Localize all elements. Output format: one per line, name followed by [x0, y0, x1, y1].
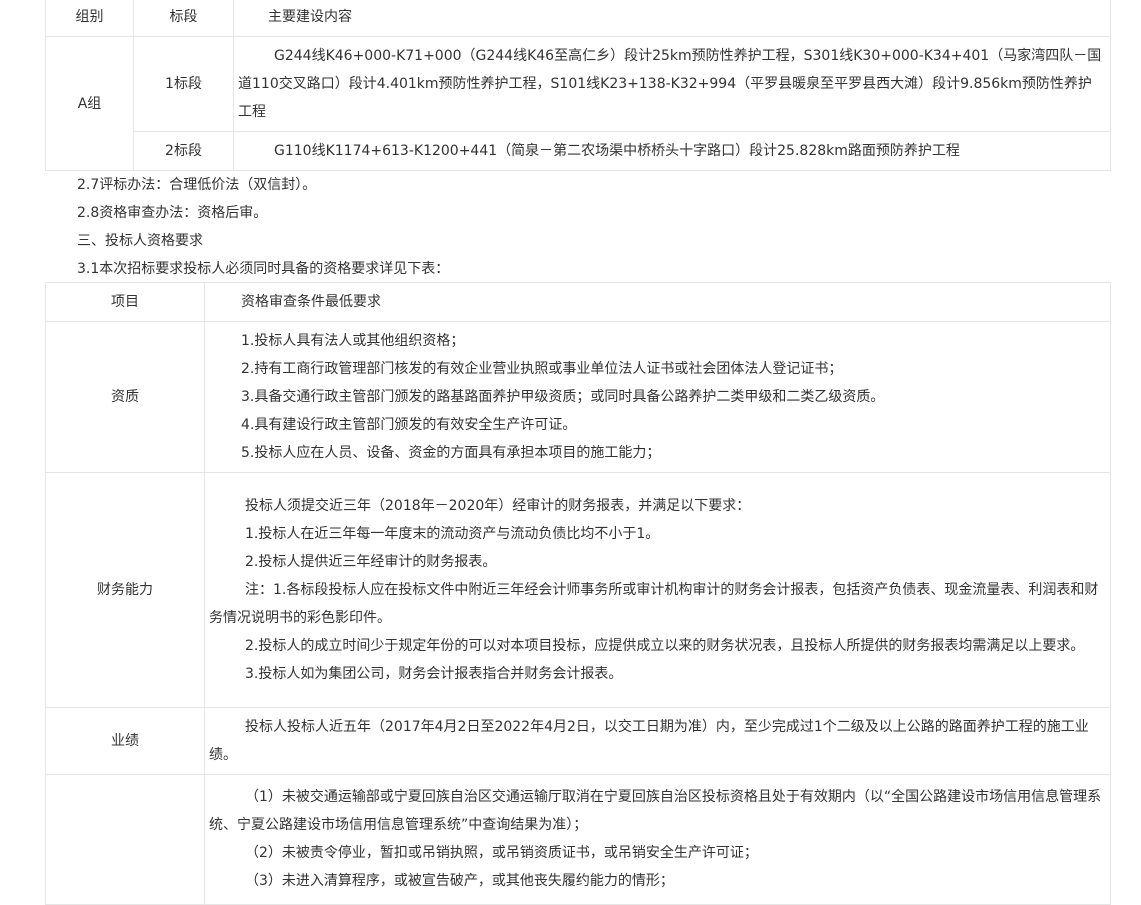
group-cell: A组	[45, 36, 134, 171]
header-item: 项目	[45, 282, 205, 322]
header-group: 组别	[45, 0, 134, 37]
requirement-line: 3.具备交通行政主管部门颁发的路基路面养护甲级资质；或同时具备公路养护二类甲级和…	[241, 389, 885, 405]
table-row: （1）未被交通运输部或宁夏回族自治区交通运输厅取消在宁夏回族自治区投标资格且处于…	[45, 774, 1111, 905]
requirement-line: 1.投标人具有法人或其他组织资格；	[241, 333, 465, 349]
header-content: 主要建设内容	[233, 0, 1111, 37]
requirement-line: 2.投标人提供近三年经审计的财务报表。	[245, 554, 497, 570]
requirement-line: （2）未被责令停业，暂扣或吊销执照，或吊销资质证书，或吊销安全生产许可证；	[245, 845, 758, 861]
requirement-line: （3）未进入清算程序，或被宣告破产，或其他丧失履约能力的情形；	[245, 873, 674, 889]
requirements-cell: 投标人须提交近三年（2018年－2020年）经审计的财务报表，并满足以下要求： …	[204, 472, 1111, 708]
qualification-table: 项目 资格审查条件最低要求 资质 1.投标人具有法人或其他组织资格； 2.持有工…	[45, 282, 1111, 905]
item-cell	[45, 774, 205, 905]
project-scope-table: 组别 标段 主要建设内容 A组 1标段 G244线K46+000-K71+000…	[45, 0, 1111, 171]
requirement-line: 2.持有工商行政管理部门核发的有效企业营业执照或事业单位法人证书或社会团体法人登…	[241, 361, 843, 377]
item-cell: 资质	[45, 321, 205, 473]
table-header-row: 组别 标段 主要建设内容	[45, 0, 1111, 37]
table-row: 2标段 G110线K1174+613-K1200+441（简泉－第二农场渠中桥桥…	[46, 131, 1111, 171]
table-row: 资质 1.投标人具有法人或其他组织资格； 2.持有工商行政管理部门核发的有效企业…	[45, 321, 1111, 473]
requirements-cell: （1）未被交通运输部或宁夏回族自治区交通运输厅取消在宁夏回族自治区投标资格且处于…	[204, 774, 1111, 905]
table-header-row: 项目 资格审查条件最低要求	[45, 282, 1111, 322]
requirement-line: 3.投标人如为集团公司，财务会计报表指合并财务会计报表。	[245, 666, 623, 682]
item-cell: 业绩	[45, 707, 205, 775]
section-heading-bidder-qualification: 三、投标人资格要求	[77, 233, 203, 249]
content-cell: G244线K46+000-K71+000（G244线K46至高仁乡）段计25km…	[233, 36, 1111, 132]
requirement-line: 注：1.各标段投标人应在投标文件中附近三年经会计师事务所或审计机构审计的财务会计…	[209, 582, 1099, 626]
header-requirements: 资格审查条件最低要求	[204, 282, 1111, 322]
requirements-cell: 1.投标人具有法人或其他组织资格； 2.持有工商行政管理部门核发的有效企业营业执…	[204, 321, 1111, 473]
requirement-line: 投标人投标人近五年（2017年4月2日至2022年4月2日，以交工日期为准）内，…	[209, 719, 1089, 763]
section-cell: 2标段	[133, 131, 234, 171]
requirement-line: （1）未被交通运输部或宁夏回族自治区交通运输厅取消在宁夏回族自治区投标资格且处于…	[209, 789, 1102, 833]
item-cell: 财务能力	[45, 472, 205, 708]
table-row: 业绩 投标人投标人近五年（2017年4月2日至2022年4月2日，以交工日期为准…	[45, 707, 1111, 775]
requirements-cell: 投标人投标人近五年（2017年4月2日至2022年4月2日，以交工日期为准）内，…	[204, 707, 1111, 775]
section-cell: 1标段	[133, 36, 234, 132]
requirement-line: 4.具有建设行政主管部门颁发的有效安全生产许可证。	[241, 417, 577, 433]
requirement-line: 投标人须提交近三年（2018年－2020年）经审计的财务报表，并满足以下要求：	[245, 498, 751, 514]
requirement-line: 5.投标人应在人员、设备、资金的方面具有承担本项目的施工能力；	[241, 445, 661, 461]
requirement-line: 2.投标人的成立时间少于规定年份的可以对本项目投标，应提供成立以来的财务状况表，…	[245, 638, 1085, 654]
paragraph-bid-evaluation: 2.7评标办法：合理低价法（双信封）。	[77, 177, 317, 193]
paragraph-qualification-intro: 3.1本次招标要求投标人必须同时具备的资格要求详见下表：	[77, 261, 450, 277]
paragraph-qualification-review: 2.8资格审查办法：资格后审。	[77, 205, 268, 221]
table-row: A组 1标段 G244线K46+000-K71+000（G244线K46至高仁乡…	[45, 36, 1111, 171]
header-section: 标段	[133, 0, 234, 37]
table-row: 财务能力 投标人须提交近三年（2018年－2020年）经审计的财务报表，并满足以…	[45, 472, 1111, 708]
content-cell: G110线K1174+613-K1200+441（简泉－第二农场渠中桥桥头十字路…	[233, 131, 1111, 171]
requirement-line: 1.投标人在近三年每一年度末的流动资产与流动负债比均不小于1。	[245, 526, 660, 542]
